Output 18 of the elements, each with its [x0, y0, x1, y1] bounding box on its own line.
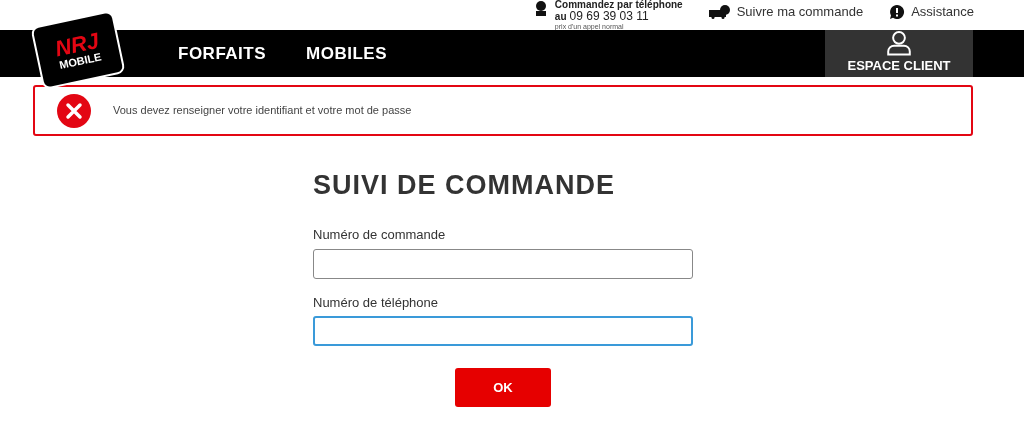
page-title: SUIVI DE COMMANDE [313, 172, 617, 199]
nav-link[interactable]: MOBILES [306, 40, 387, 67]
input-field[interactable] [313, 316, 693, 346]
ok-button[interactable]: OK [455, 368, 551, 407]
phone-prefix: au [554, 12, 567, 22]
error-message: Vous devez renseigner votre identifiant et votre mot de passe [113, 103, 412, 119]
error-icon [57, 93, 91, 128]
field-label: Numéro de téléphone [313, 293, 440, 312]
phone-number[interactable]: 09 69 39 03 11 [569, 10, 649, 22]
nav-link[interactable]: FORFAITS [178, 40, 267, 67]
account-button[interactable]: ESPACE CLIENT [825, 30, 973, 77]
field-label: Numéro de commande [313, 226, 447, 244]
phone-label: Commandez par téléphone [554, 0, 683, 10]
help-icon [889, 3, 906, 20]
user-icon [886, 30, 912, 56]
input-field[interactable] [313, 248, 693, 279]
order-tracking-link[interactable]: Suivre ma commande [736, 2, 864, 22]
assistance-link[interactable]: Assistance [911, 2, 974, 22]
